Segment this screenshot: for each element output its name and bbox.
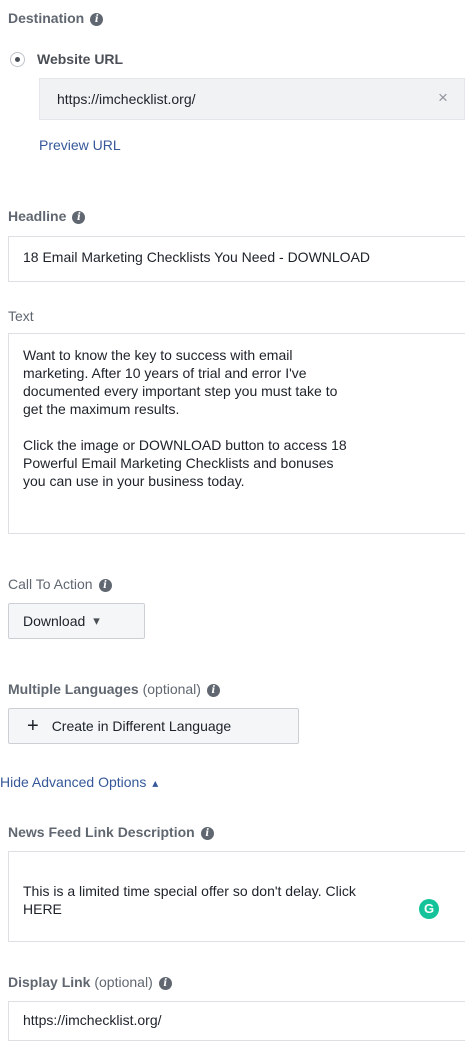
radio-dot [15, 57, 20, 62]
info-icon[interactable]: i [90, 13, 104, 26]
call-to-action-selected: Download [23, 613, 86, 629]
news-feed-description-value: This is a limited time special offer so … [23, 883, 356, 917]
call-to-action-dropdown[interactable]: Download ▾ [8, 603, 145, 639]
hide-advanced-options-link[interactable]: Hide Advanced Options ▴ [0, 774, 158, 790]
news-feed-description-textarea[interactable]: This is a limited time special offer so … [8, 851, 465, 942]
display-link-input[interactable]: https://imchecklist.org/ [8, 1001, 465, 1041]
display-link-value: https://imchecklist.org/ [23, 1012, 162, 1028]
display-link-label: Display Link (optional) i [8, 974, 172, 990]
multiple-languages-label: Multiple Languages (optional) i [8, 681, 220, 697]
headline-label: Headline i [8, 208, 86, 224]
website-url-radio[interactable] [10, 52, 25, 67]
website-url-input[interactable]: https://imchecklist.org/ × [39, 78, 465, 120]
destination-label: Destination i [8, 10, 104, 26]
plus-icon: + [27, 715, 39, 737]
website-url-value: https://imchecklist.org/ [57, 91, 196, 107]
preview-url-link[interactable]: Preview URL [39, 137, 121, 153]
info-icon[interactable]: i [200, 827, 214, 840]
chevron-down-icon: ▾ [93, 613, 100, 628]
text-textarea[interactable]: Want to know the key to success with ema… [8, 333, 465, 534]
info-icon[interactable]: i [98, 579, 112, 592]
headline-input[interactable]: 18 Email Marketing Checklists You Need -… [8, 236, 465, 282]
headline-value: 18 Email Marketing Checklists You Need -… [23, 249, 371, 265]
chevron-up-icon: ▴ [152, 776, 159, 790]
create-language-label: Create in Different Language [51, 718, 232, 734]
info-icon[interactable]: i [158, 977, 172, 990]
create-in-different-language-button[interactable]: + Create in Different Language [8, 708, 299, 744]
clear-icon[interactable]: × [438, 88, 448, 108]
info-icon[interactable]: i [206, 684, 220, 697]
call-to-action-label: Call To Action i [8, 576, 112, 592]
text-label: Text [8, 308, 34, 324]
info-icon[interactable]: i [72, 211, 86, 224]
news-feed-description-label: News Feed Link Description i [8, 824, 214, 840]
grammarly-icon[interactable]: G [419, 899, 439, 919]
website-url-option-label[interactable]: Website URL [37, 51, 123, 67]
